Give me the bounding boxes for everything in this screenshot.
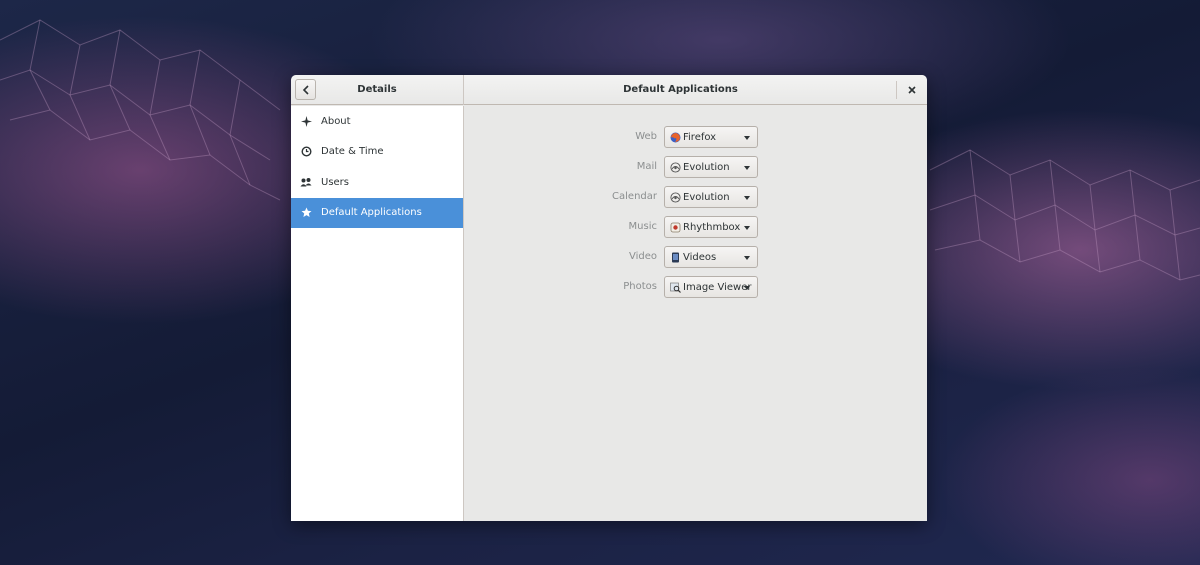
selected-app-label: Rhythmbox [683,221,741,233]
selected-app-label: Evolution [683,191,730,203]
row-label: Mail [636,161,657,172]
close-button[interactable] [903,81,921,99]
header-separator [896,81,897,99]
star-sparkle-icon [300,115,312,127]
firefox-icon [670,132,681,142]
sidebar-item-label: Default Applications [321,207,422,219]
web-app-dropdown[interactable]: Firefox [664,126,758,148]
default-app-row-web: Web Firefox [465,126,927,148]
sidebar-item-label: Date & Time [321,146,384,158]
row-label: Web [635,131,657,142]
dropdown-arrow-icon [744,136,750,140]
settings-window: Details Default Applications About Date … [291,75,927,521]
close-icon [908,86,916,94]
header-bar: Details Default Applications [291,75,927,105]
back-button[interactable] [295,79,316,100]
dropdown-arrow-icon [744,166,750,170]
selected-app-label: Image Viewer [683,281,752,293]
clock-icon [300,146,312,158]
sidebar-item-label: Users [321,176,350,188]
rhythmbox-icon [670,222,681,232]
row-label: Photos [623,281,657,292]
selected-app-label: Evolution [683,161,730,173]
row-label: Calendar [612,191,657,202]
dropdown-arrow-icon [744,256,750,260]
dropdown-arrow-icon [744,226,750,230]
chevron-left-icon [302,84,309,95]
sidebar-item-date-time[interactable]: Date & Time [291,137,463,168]
video-app-dropdown[interactable]: Videos [664,246,758,268]
default-app-row-music: Music Rhythmbox [465,216,927,238]
row-label: Music [628,221,657,232]
default-app-row-photos: Photos Image Viewer [465,276,927,298]
sidebar-item-default-applications[interactable]: Default Applications [291,197,463,228]
page-title: Default Applications [623,84,738,95]
selected-app-label: Videos [683,251,717,263]
sidebar-title: Details [357,84,397,95]
evolution-icon [670,161,681,173]
image-viewer-icon [670,282,681,293]
default-app-row-calendar: Calendar Evolution [465,186,927,208]
photos-app-dropdown[interactable]: Image Viewer [664,276,758,298]
calendar-app-dropdown[interactable]: Evolution [664,186,758,208]
sidebar-item-about[interactable]: About [291,106,463,137]
sidebar-header: Details [291,75,464,105]
mail-app-dropdown[interactable]: Evolution [664,156,758,178]
star-icon [300,207,312,219]
music-app-dropdown[interactable]: Rhythmbox [664,216,758,238]
users-icon [300,176,312,188]
row-label: Video [628,251,657,262]
dropdown-arrow-icon [744,286,750,290]
videos-icon [672,252,679,262]
sidebar: About Date & Time Users Default Applicat… [291,106,464,521]
selected-app-label: Firefox [683,131,717,143]
default-app-row-video: Video Videos [465,246,927,268]
default-applications-panel: Web Firefox Mail Evolution Calendar Evol… [465,106,927,521]
default-app-row-mail: Mail Evolution [465,156,927,178]
sidebar-item-users[interactable]: Users [291,167,463,198]
evolution-icon [670,191,681,203]
sidebar-item-label: About [321,115,351,127]
dropdown-arrow-icon [744,196,750,200]
